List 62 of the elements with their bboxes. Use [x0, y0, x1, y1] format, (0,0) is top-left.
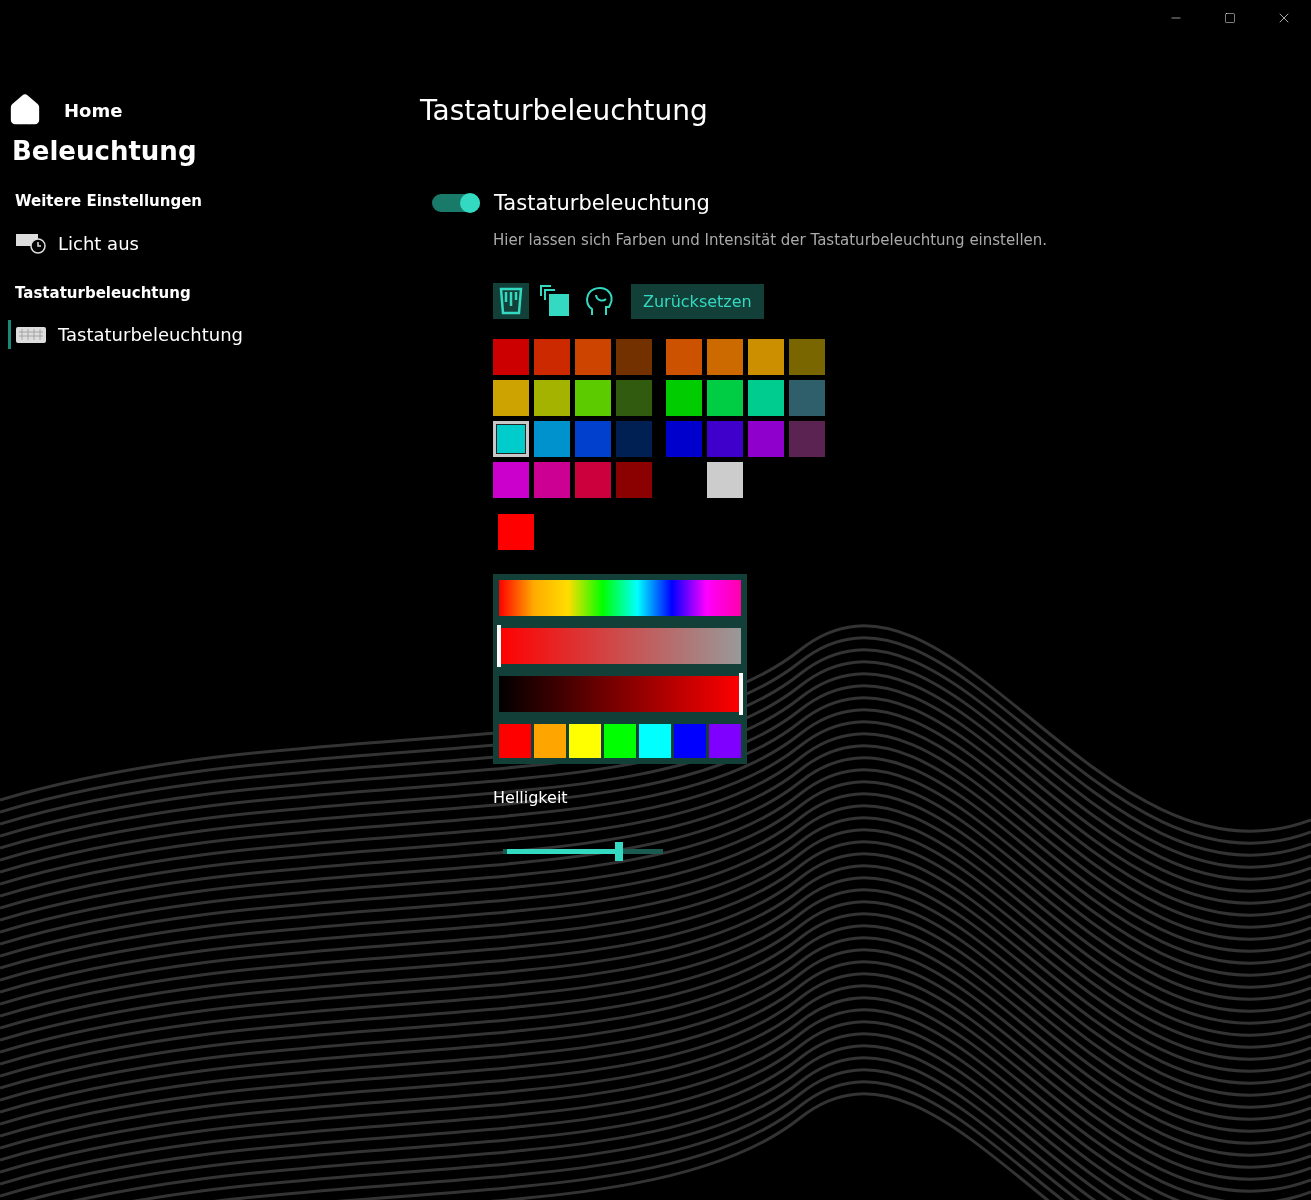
color-swatch[interactable] [616, 462, 652, 498]
nav-item[interactable]: Tastaturbeleuchtung [8, 320, 251, 349]
home-button[interactable]: Home [8, 92, 408, 128]
color-swatch[interactable] [534, 339, 570, 375]
color-swatch[interactable] [666, 339, 702, 375]
color-swatch[interactable] [789, 380, 825, 416]
color-swatch[interactable] [748, 339, 784, 375]
slider-thumb[interactable] [739, 673, 743, 715]
section-heading: Weitere Einstellungen [15, 192, 204, 210]
section-heading: Tastaturbeleuchtung [15, 284, 192, 302]
reset-button[interactable]: Zurücksetzen [631, 283, 764, 319]
brightness-label: Helligkeit [493, 788, 569, 807]
preset-swatch[interactable] [639, 724, 671, 758]
color-swatch[interactable] [707, 421, 743, 457]
saturation-bar[interactable] [499, 628, 741, 664]
home-icon [8, 93, 42, 127]
color-swatch[interactable] [707, 462, 743, 498]
slider-thumb[interactable] [497, 625, 501, 667]
color-swatch[interactable] [534, 380, 570, 416]
color-swatch[interactable] [789, 421, 825, 457]
color-swatch[interactable] [666, 380, 702, 416]
color-swatch[interactable] [707, 380, 743, 416]
color-swatch[interactable] [707, 339, 743, 375]
preset-swatch[interactable] [709, 724, 741, 758]
sidebar-title: Beleuchtung [12, 136, 198, 166]
toggle-label: Tastaturbeleuchtung [494, 191, 710, 215]
color-swatch[interactable] [666, 421, 702, 457]
head-icon [584, 285, 614, 317]
page-title: Tastaturbeleuchtung [420, 94, 709, 127]
color-swatch[interactable] [748, 380, 784, 416]
preset-swatch[interactable] [499, 724, 531, 758]
color-swatch[interactable] [534, 421, 570, 457]
color-swatch[interactable] [616, 380, 652, 416]
toggle-switch[interactable] [432, 194, 480, 212]
description-text: Hier lassen sich Farben und Intensität der Tastaturbeleuchtung einstellen. [493, 231, 1049, 249]
preset-swatch[interactable] [569, 724, 601, 758]
maximize-icon [1224, 12, 1236, 24]
color-swatch[interactable] [575, 380, 611, 416]
color-swatch[interactable] [789, 339, 825, 375]
color-swatch[interactable] [493, 421, 529, 457]
preset-swatch[interactable] [604, 724, 636, 758]
color-swatch[interactable] [493, 380, 529, 416]
slider-thumb[interactable] [615, 842, 624, 861]
color-swatch[interactable] [493, 462, 529, 498]
preset-swatch[interactable] [534, 724, 566, 758]
nav-item[interactable]: Licht aus [8, 228, 147, 258]
keyboard-clock-icon [16, 232, 46, 254]
color-swatch[interactable] [748, 421, 784, 457]
color-swatch[interactable] [575, 339, 611, 375]
color-swatch[interactable] [534, 462, 570, 498]
color-swatch[interactable] [616, 421, 652, 457]
tool-button[interactable] [493, 283, 529, 319]
color-swatch[interactable] [493, 339, 529, 375]
keyboard-icon [16, 326, 46, 343]
brightness-bar[interactable] [499, 676, 741, 712]
paint-bucket-icon [498, 286, 524, 316]
hue-bar[interactable] [499, 580, 741, 616]
color-swatch[interactable] [616, 339, 652, 375]
color-swatch[interactable] [575, 462, 611, 498]
copy-icon [539, 284, 571, 318]
color-swatch[interactable] [575, 421, 611, 457]
preset-swatch[interactable] [674, 724, 706, 758]
